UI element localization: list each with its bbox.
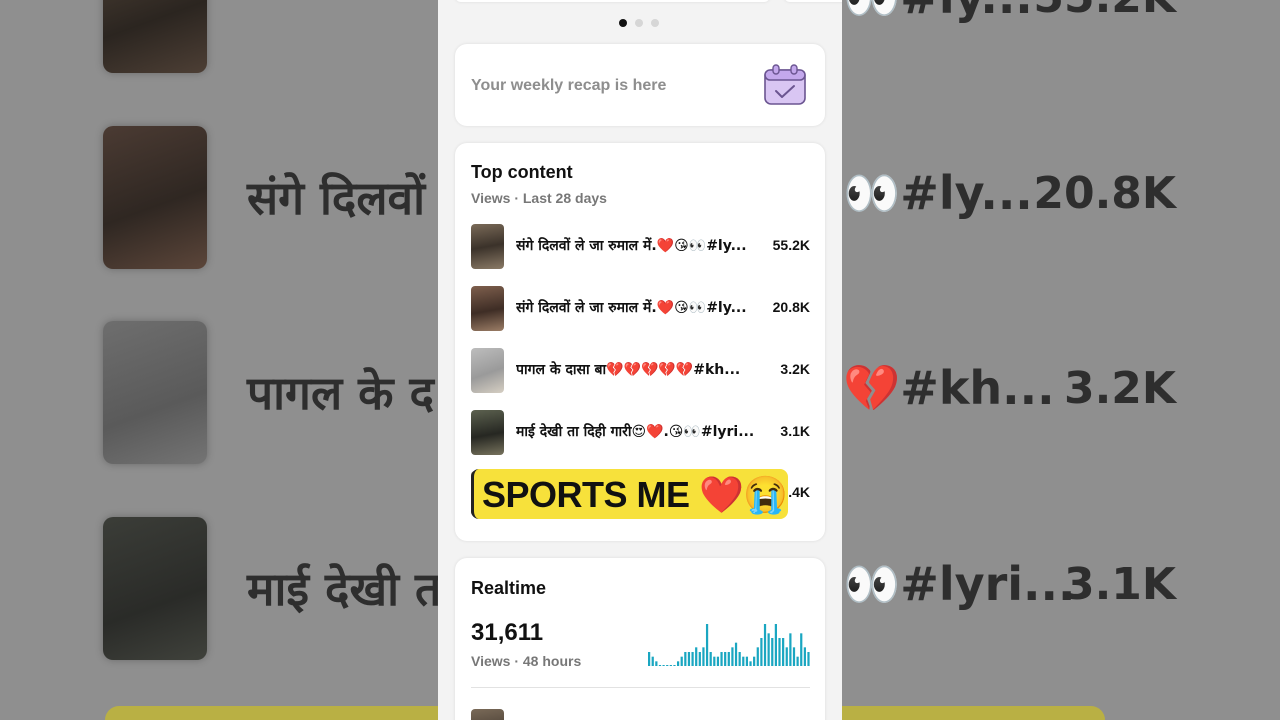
realtime-bar [760, 638, 763, 666]
realtime-subtitle: Views · 48 hours [471, 653, 582, 669]
realtime-bar [785, 647, 788, 666]
bg-title: माई देखी त [247, 562, 442, 616]
realtime-bar [709, 652, 712, 666]
recap-text: Your weekly recap is here [471, 77, 667, 94]
realtime-bar [691, 652, 694, 666]
realtime-bar [684, 652, 687, 666]
content-views: 20.8K [772, 299, 810, 315]
bg-title-right: 💔#kh... [843, 361, 1055, 415]
phone-screen: Your weekly recap is here Top content Vi… [438, 0, 842, 720]
sticker-text: SPORTS ME ❤️😭 [482, 474, 788, 515]
sports-me-sticker: SPORTS ME ❤️😭 [471, 469, 788, 519]
realtime-bar [658, 665, 662, 666]
content-title: संगे दिलवों ले जा रुमाल में.❤️😘👀#ly... [516, 238, 747, 254]
top-content-subtitle: Views · Last 28 days [471, 190, 607, 206]
bg-thumbnail [103, 0, 207, 73]
realtime-bar [767, 633, 770, 666]
bg-thumbnail [103, 517, 207, 660]
realtime-bar [745, 656, 749, 666]
bg-value: 20.8K [1033, 168, 1176, 219]
realtime-bar [753, 656, 756, 666]
realtime-title: Realtime [471, 578, 547, 598]
realtime-count: 31,611 [471, 619, 544, 646]
realtime-bar [702, 647, 705, 666]
realtime-bar [698, 652, 701, 666]
content-views: 55.2K [772, 237, 810, 253]
bg-title-right: 👀#ly... [843, 0, 1033, 25]
bg-thumbnail [103, 321, 207, 464]
video-thumbnail [471, 224, 504, 269]
realtime-bar [669, 665, 672, 666]
realtime-bar [807, 652, 810, 666]
carousel-card-edge[interactable] [784, 0, 842, 2]
realtime-bar [716, 656, 720, 666]
realtime-bar [778, 638, 781, 666]
realtime-bar [763, 624, 767, 666]
content-views: 3.1K [780, 423, 810, 439]
content-title: माई देखी ता दिही गारी😍❤️.😘👀#lyri... [516, 424, 755, 440]
realtime-bar [651, 656, 654, 666]
divider [471, 687, 810, 688]
realtime-bar [731, 647, 734, 666]
carousel-dots [619, 19, 659, 27]
realtime-bar [771, 638, 774, 666]
realtime-bar [796, 656, 799, 666]
carousel-dot[interactable] [635, 19, 643, 27]
carousel-dot[interactable] [619, 19, 627, 27]
bg-title-right: 👀#lyri... [843, 557, 1076, 611]
realtime-bar [676, 661, 680, 666]
realtime-bar [727, 652, 730, 666]
realtime-bar [782, 638, 785, 666]
realtime-bar [738, 652, 741, 666]
realtime-bar [680, 656, 683, 666]
realtime-bar [648, 652, 651, 666]
realtime-bar [756, 647, 759, 666]
video-thumbnail [471, 410, 504, 455]
content-views: 3.2K [780, 361, 810, 377]
carousel-card-edge[interactable] [455, 0, 770, 2]
realtime-bar [666, 665, 669, 666]
realtime-bar [800, 633, 803, 666]
weekly-recap-card[interactable]: Your weekly recap is here [455, 44, 825, 126]
realtime-bar [774, 624, 777, 666]
content-views: .4K [788, 484, 810, 500]
realtime-bar [803, 647, 806, 666]
realtime-bar-chart [648, 624, 810, 666]
bg-value: 3.2K [1063, 363, 1176, 414]
calendar-check-icon [764, 64, 806, 105]
bg-title: पागल के द [247, 366, 434, 420]
realtime-bar [734, 642, 738, 666]
video-thumbnail[interactable] [471, 709, 504, 720]
content-row[interactable]: माई देखी ता दिही गारी😍❤️.😘👀#lyri... 3.1K [471, 410, 810, 456]
realtime-bar [655, 661, 658, 666]
content-row[interactable]: संगे दिलवों ले जा रुमाल में.❤️😘👀#ly... 5… [471, 224, 810, 270]
realtime-bar [713, 656, 716, 666]
realtime-bar [749, 661, 752, 666]
content-row[interactable]: संगे दिलवों ले जा रुमाल में.❤️😘👀#ly... 2… [471, 286, 810, 332]
realtime-bar [789, 633, 792, 666]
content-title: पागल के दासा बा💔💔💔💔💔#kh... [516, 362, 741, 378]
realtime-bar [695, 647, 698, 666]
realtime-bar [792, 647, 796, 666]
realtime-bar [673, 665, 676, 666]
video-thumbnail [471, 348, 504, 393]
bg-thumbnail [103, 126, 207, 269]
realtime-bar [742, 656, 745, 666]
realtime-bar [705, 624, 709, 666]
bg-title-right: 👀#ly... [843, 166, 1033, 220]
carousel-dot[interactable] [651, 19, 659, 27]
bg-value: 3.1K [1063, 559, 1176, 610]
realtime-card[interactable]: Realtime 31,611 Views · 48 hours [455, 558, 825, 720]
realtime-bar [724, 652, 727, 666]
content-row[interactable]: पागल के दासा बा💔💔💔💔💔#kh... 3.2K [471, 348, 810, 394]
bg-title: संगे दिलवों [247, 171, 426, 225]
bg-value: 55.2K [1033, 0, 1176, 23]
top-content-title: Top content [471, 162, 573, 182]
realtime-bar [662, 665, 665, 666]
video-thumbnail [471, 286, 504, 331]
content-title: संगे दिलवों ले जा रुमाल में.❤️😘👀#ly... [516, 300, 747, 316]
realtime-bar [720, 652, 723, 666]
realtime-bar [687, 652, 691, 666]
